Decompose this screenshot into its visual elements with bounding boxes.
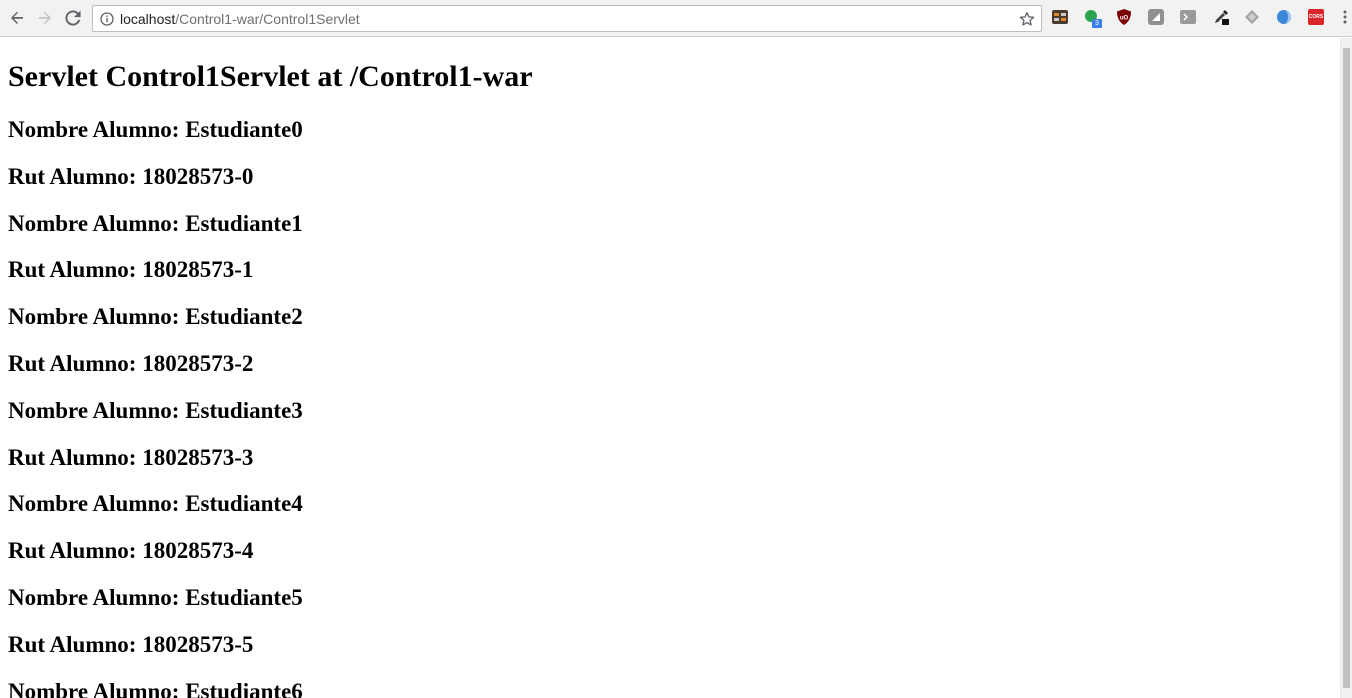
forward-arrow-icon (39, 11, 51, 24)
extension-2-icon[interactable]: 3 (1084, 9, 1102, 28)
student-rut: Rut Alumno: 18028573-5 (8, 631, 254, 657)
student-name: Nombre Alumno: Estudiante3 (8, 397, 303, 423)
url-text[interactable]: localhost/Control1-war/Control1Servlet (120, 11, 360, 27)
student-name: Nombre Alumno: Estudiante1 (8, 210, 303, 236)
student-name: Nombre Alumno: Estudiante4 (8, 491, 303, 517)
back-arrow-icon (11, 11, 23, 24)
student-rut: Rut Alumno: 18028573-1 (8, 257, 254, 283)
student-name: Nombre Alumno: Estudiante5 (8, 584, 303, 610)
menu-kebab-icon[interactable] (1340, 9, 1350, 25)
cors-label: CORS (1308, 9, 1324, 25)
page-content: Servlet Control1Servlet at /Control1-war… (0, 38, 1340, 698)
forward-button[interactable] (33, 6, 57, 30)
page-title: Servlet Control1Servlet at /Control1-war (8, 60, 533, 93)
browser-toolbar: localhost/Control1-war/Control1Servlet 3… (0, 0, 1352, 37)
vertical-scrollbar[interactable] (1340, 38, 1352, 698)
extension-4-icon[interactable] (1148, 9, 1164, 25)
student-rut: Rut Alumno: 18028573-3 (8, 444, 254, 470)
ublock-icon[interactable]: uO (1116, 9, 1132, 25)
info-icon[interactable] (99, 11, 115, 27)
extension-5-icon[interactable] (1180, 9, 1196, 25)
student-name: Nombre Alumno: Estudiante0 (8, 117, 303, 142)
reload-icon (65, 10, 81, 26)
url-path: /Control1-war/Control1Servlet (175, 11, 360, 27)
extension-7-icon[interactable] (1244, 9, 1260, 25)
eyedropper-icon[interactable] (1213, 9, 1229, 25)
extension-badge: 3 (1092, 19, 1102, 28)
scrollbar-thumb[interactable] (1343, 48, 1350, 688)
student-rut: Rut Alumno: 18028573-4 (8, 538, 254, 564)
student-rut: Rut Alumno: 18028573-0 (8, 163, 254, 189)
url-host: localhost (120, 11, 176, 27)
back-button[interactable] (5, 6, 29, 30)
extension-8-icon[interactable] (1276, 9, 1292, 25)
student-list: Nombre Alumno: Estudiante0 Rut Alumno: 1… (8, 115, 303, 698)
student-name: Nombre Alumno: Estudiante2 (8, 304, 303, 330)
reload-button[interactable] (61, 6, 85, 30)
bookmark-star-icon[interactable] (1018, 10, 1036, 28)
svg-text:uO: uO (1120, 16, 1129, 22)
address-bar[interactable]: localhost/Control1-war/Control1Servlet (92, 5, 1042, 32)
student-rut: Rut Alumno: 18028573-2 (8, 350, 254, 376)
cors-icon[interactable]: CORS (1308, 9, 1324, 25)
student-name: Nombre Alumno: Estudiante6 (8, 678, 303, 698)
extension-1-icon[interactable] (1052, 9, 1068, 25)
